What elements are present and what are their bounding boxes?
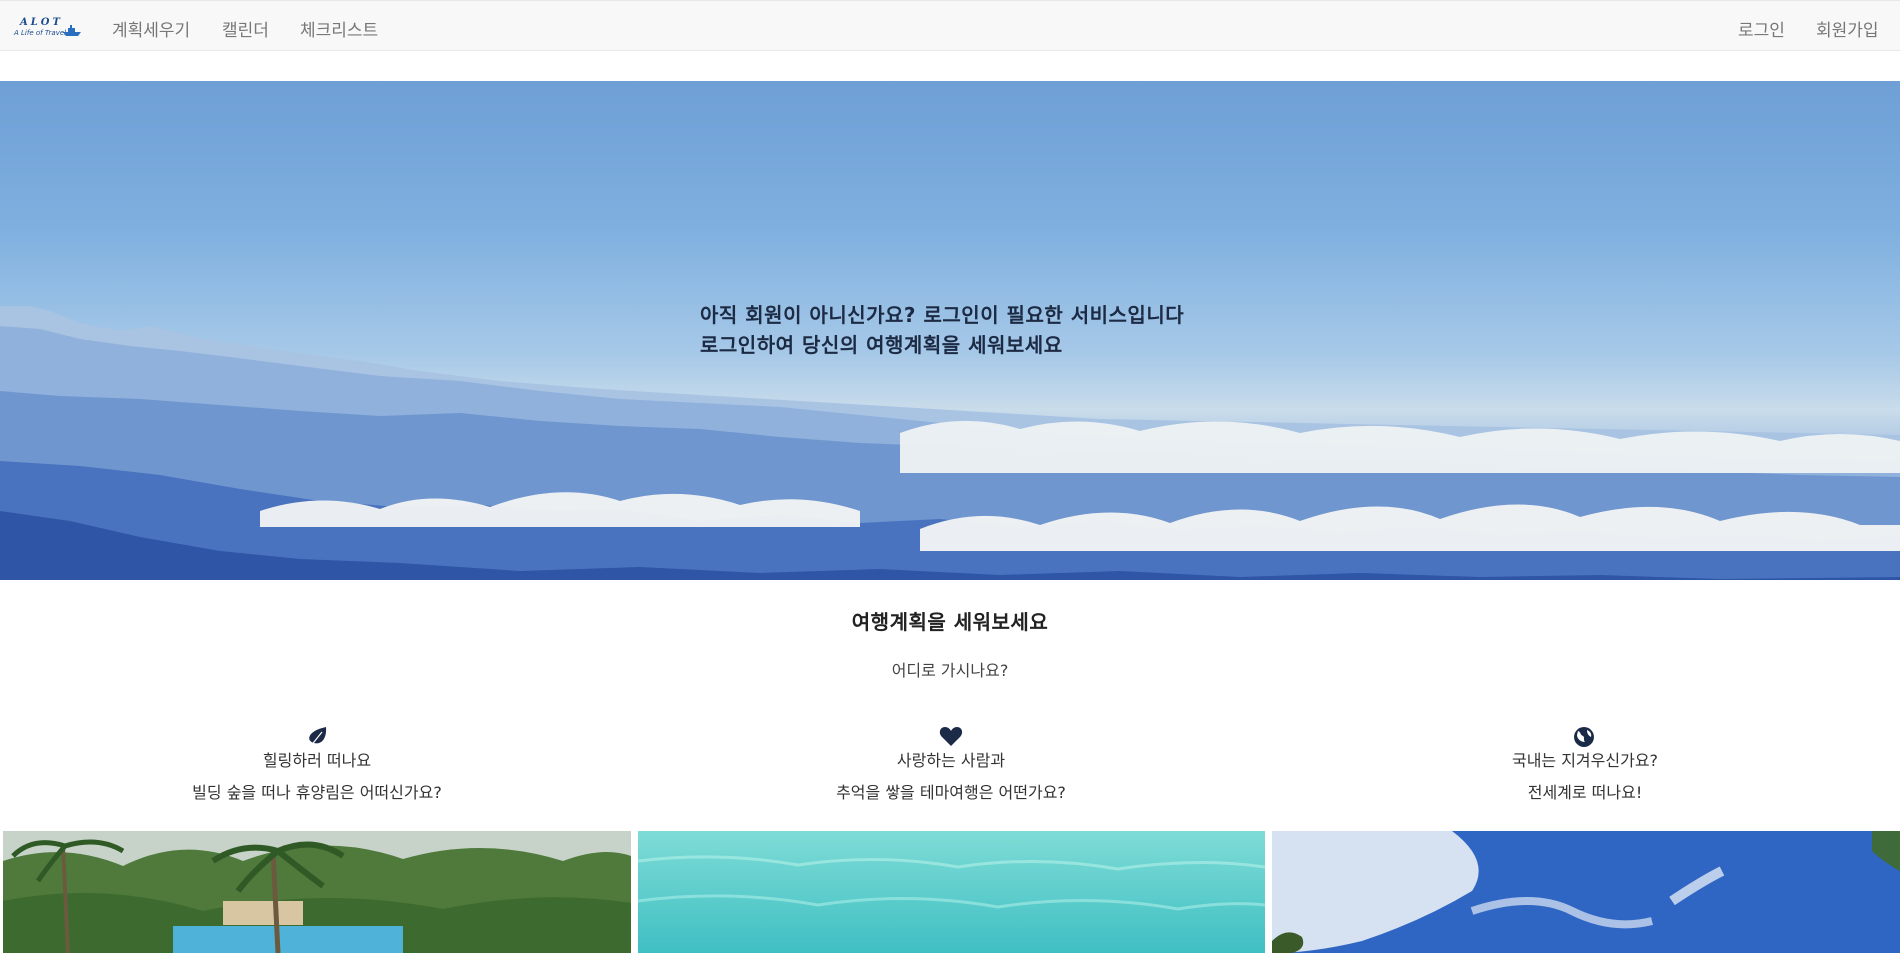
feature-theme: 사랑하는 사람과 추억을 쌓을 테마여행은 어떤가요? <box>634 726 1268 804</box>
navbar: ALOT A Life of Travel 계획세우기 캘린더 체크리스트 로그… <box>0 0 1900 51</box>
feature-description: 추억을 쌓을 테마여행은 어떤가요? <box>836 783 1066 802</box>
feature-world: 국내는 지겨우신가요? 전세계로 떠나요! <box>1268 726 1900 804</box>
turquoise-sea-image <box>638 831 1265 953</box>
nav-plan[interactable]: 계획세우기 <box>112 16 190 41</box>
section-subtitle: 어디로 가시나요? <box>891 661 1009 680</box>
blue-sky-image <box>1272 831 1900 953</box>
hero-line-1: 아직 회원이 아니신가요? 로그인이 필요한 서비스입니다 <box>700 303 1185 327</box>
hero-line-2: 로그인하여 당신의 여행계획을 세워보세요 <box>700 333 1063 357</box>
hero-banner: 아직 회원이 아니신가요? 로그인이 필요한 서비스입니다 로그인하여 당신의 … <box>0 81 1900 580</box>
resort-palm-image <box>3 831 631 953</box>
nav-calendar[interactable]: 캘린더 <box>222 16 269 41</box>
hero-message: 아직 회원이 아니신가요? 로그인이 필요한 서비스입니다 로그인하여 당신의 … <box>700 300 1184 360</box>
feature-title: 힐링하러 떠나요 <box>262 751 372 770</box>
nav-checklist[interactable]: 체크리스트 <box>300 16 378 41</box>
leaf-icon <box>309 727 327 748</box>
logo-subtext: A Life of Travel <box>14 29 67 37</box>
heart-icon <box>939 727 963 746</box>
nav-signup[interactable]: 회원가입 <box>1816 16 1879 41</box>
feature-description: 빌딩 숲을 떠나 휴양림은 어떠신가요? <box>192 783 442 802</box>
healing-photo[interactable] <box>3 831 631 953</box>
feature-description: 전세계로 떠나요! <box>1527 783 1643 802</box>
nav-login[interactable]: 로그인 <box>1738 16 1785 41</box>
feature-title: 국내는 지겨우신가요? <box>1511 751 1659 770</box>
feature-healing: 힐링하러 떠나요 빌딩 숲을 떠나 휴양림은 어떠신가요? <box>0 726 634 804</box>
section-title: 여행계획을 세워보세요 <box>851 610 1049 634</box>
feature-title: 사랑하는 사람과 <box>896 751 1006 770</box>
world-photo[interactable] <box>1272 831 1900 953</box>
globe-icon <box>1574 727 1594 747</box>
ship-icon <box>63 25 81 36</box>
logo-text: ALOT <box>20 17 63 28</box>
theme-photo[interactable] <box>638 831 1265 953</box>
brand-logo[interactable]: ALOT A Life of Travel <box>14 17 81 41</box>
